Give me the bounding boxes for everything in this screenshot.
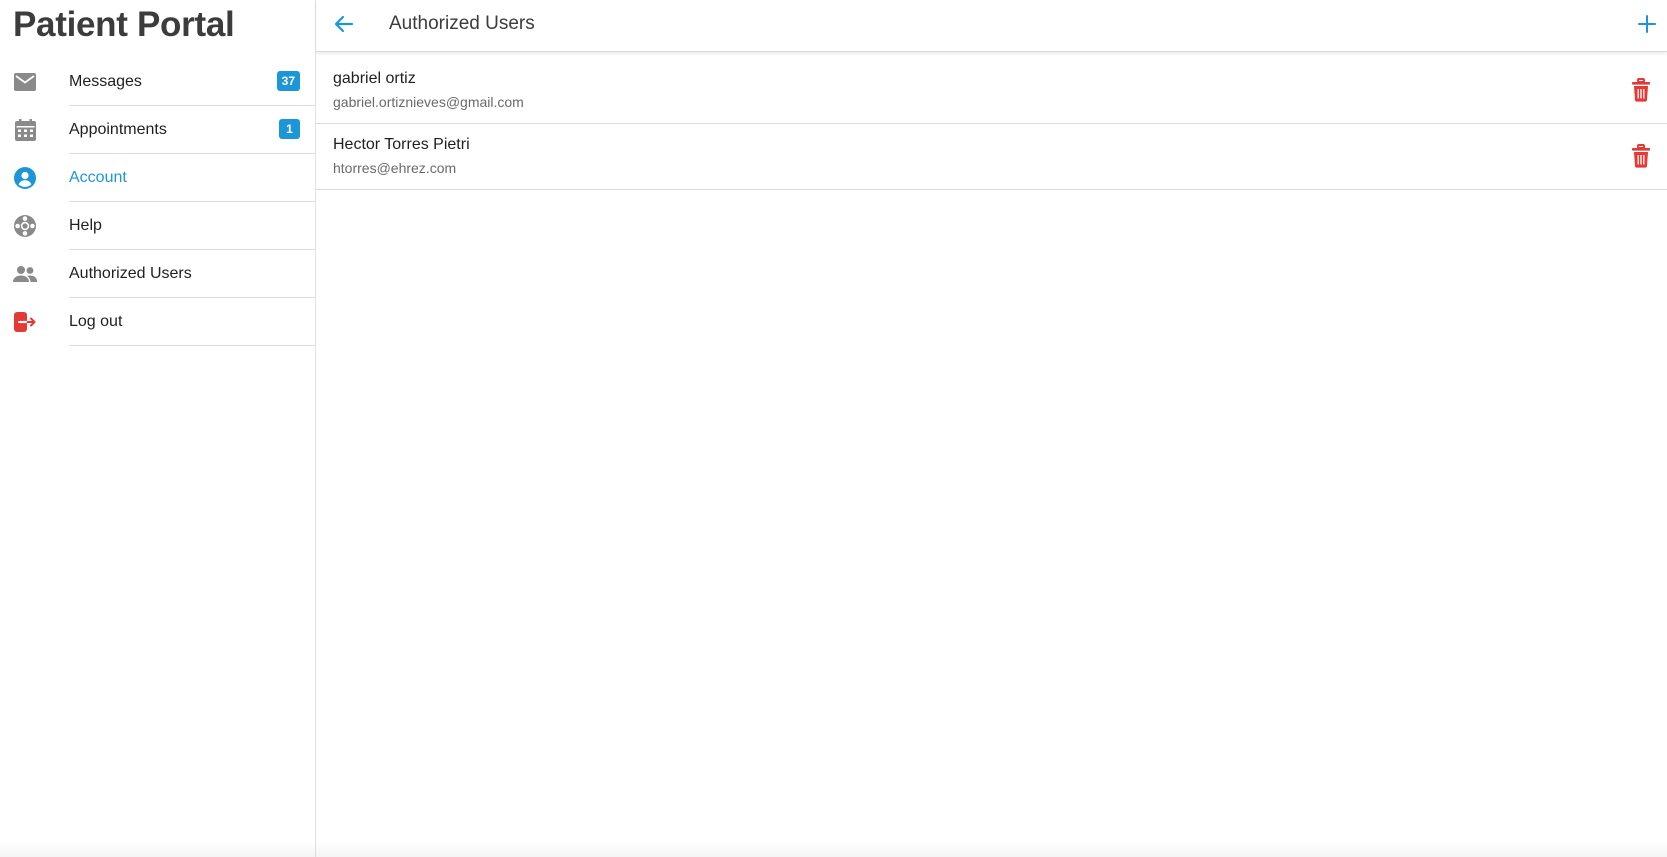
trash-icon	[1632, 78, 1650, 102]
page-title: Authorized Users	[389, 13, 535, 34]
user-name: Hector Torres Pietri	[333, 136, 470, 153]
app-root: Patient Portal Messages 37 Appointments …	[0, 0, 1667, 857]
list-item[interactable]: Hector Torres Pietri htorres@ehrez.com	[316, 124, 1667, 190]
add-user-button[interactable]	[1635, 12, 1659, 36]
sidebar-item-body: Messages 37	[69, 58, 316, 106]
sidebar-item-label: Account	[69, 168, 127, 186]
unread-count-badge: 37	[276, 71, 300, 91]
sidebar-item-body: Help	[69, 202, 316, 250]
app-title: Patient Portal	[13, 5, 235, 44]
trash-icon	[1632, 144, 1650, 168]
sidebar-item-help[interactable]: Help	[0, 202, 316, 250]
lifebuoy-icon	[13, 214, 37, 238]
mail-icon	[13, 70, 37, 94]
sidebar-item-label: Help	[69, 216, 102, 234]
appointments-count-badge: 1	[279, 119, 300, 139]
delete-user-button[interactable]	[1631, 78, 1651, 102]
sidebar-item-label: Messages	[69, 72, 142, 90]
people-icon	[13, 262, 37, 286]
authorized-users-list: gabriel ortiz gabriel.ortiznieves@gmail.…	[316, 58, 1667, 190]
sidebar-item-appointments[interactable]: Appointments 1	[0, 106, 316, 154]
user-email: htorres@ehrez.com	[333, 160, 457, 176]
account-circle-icon	[13, 166, 37, 190]
user-name: gabriel ortiz	[333, 70, 416, 87]
sidebar-item-logout[interactable]: Log out	[0, 298, 316, 346]
top-bar: Authorized Users	[316, 0, 1667, 52]
sidebar-nav: Messages 37 Appointments 1 Account Help …	[0, 58, 316, 346]
plus-icon	[1638, 15, 1656, 33]
arrow-left-icon	[334, 15, 354, 33]
sidebar-item-body: Authorized Users	[69, 250, 316, 298]
sidebar: Patient Portal Messages 37 Appointments …	[0, 0, 316, 857]
sidebar-item-body: Account	[69, 154, 316, 202]
sidebar-item-body: Appointments 1	[69, 106, 316, 154]
user-email: gabriel.ortiznieves@gmail.com	[333, 94, 524, 110]
sidebar-item-label: Authorized Users	[69, 264, 192, 282]
list-item[interactable]: gabriel ortiz gabriel.ortiznieves@gmail.…	[316, 58, 1667, 124]
main-panel: Authorized Users gabriel ortiz gabriel.o…	[316, 0, 1667, 857]
sidebar-item-label: Appointments	[69, 120, 167, 138]
sidebar-item-messages[interactable]: Messages 37	[0, 58, 316, 106]
sidebar-item-authorized-users[interactable]: Authorized Users	[0, 250, 316, 298]
sidebar-item-body: Log out	[69, 298, 316, 346]
delete-user-button[interactable]	[1631, 144, 1651, 168]
sidebar-item-label: Log out	[69, 312, 123, 330]
sidebar-item-account[interactable]: Account	[0, 154, 316, 202]
back-button[interactable]	[332, 12, 356, 36]
logout-icon	[13, 310, 37, 334]
calendar-icon	[13, 118, 37, 142]
